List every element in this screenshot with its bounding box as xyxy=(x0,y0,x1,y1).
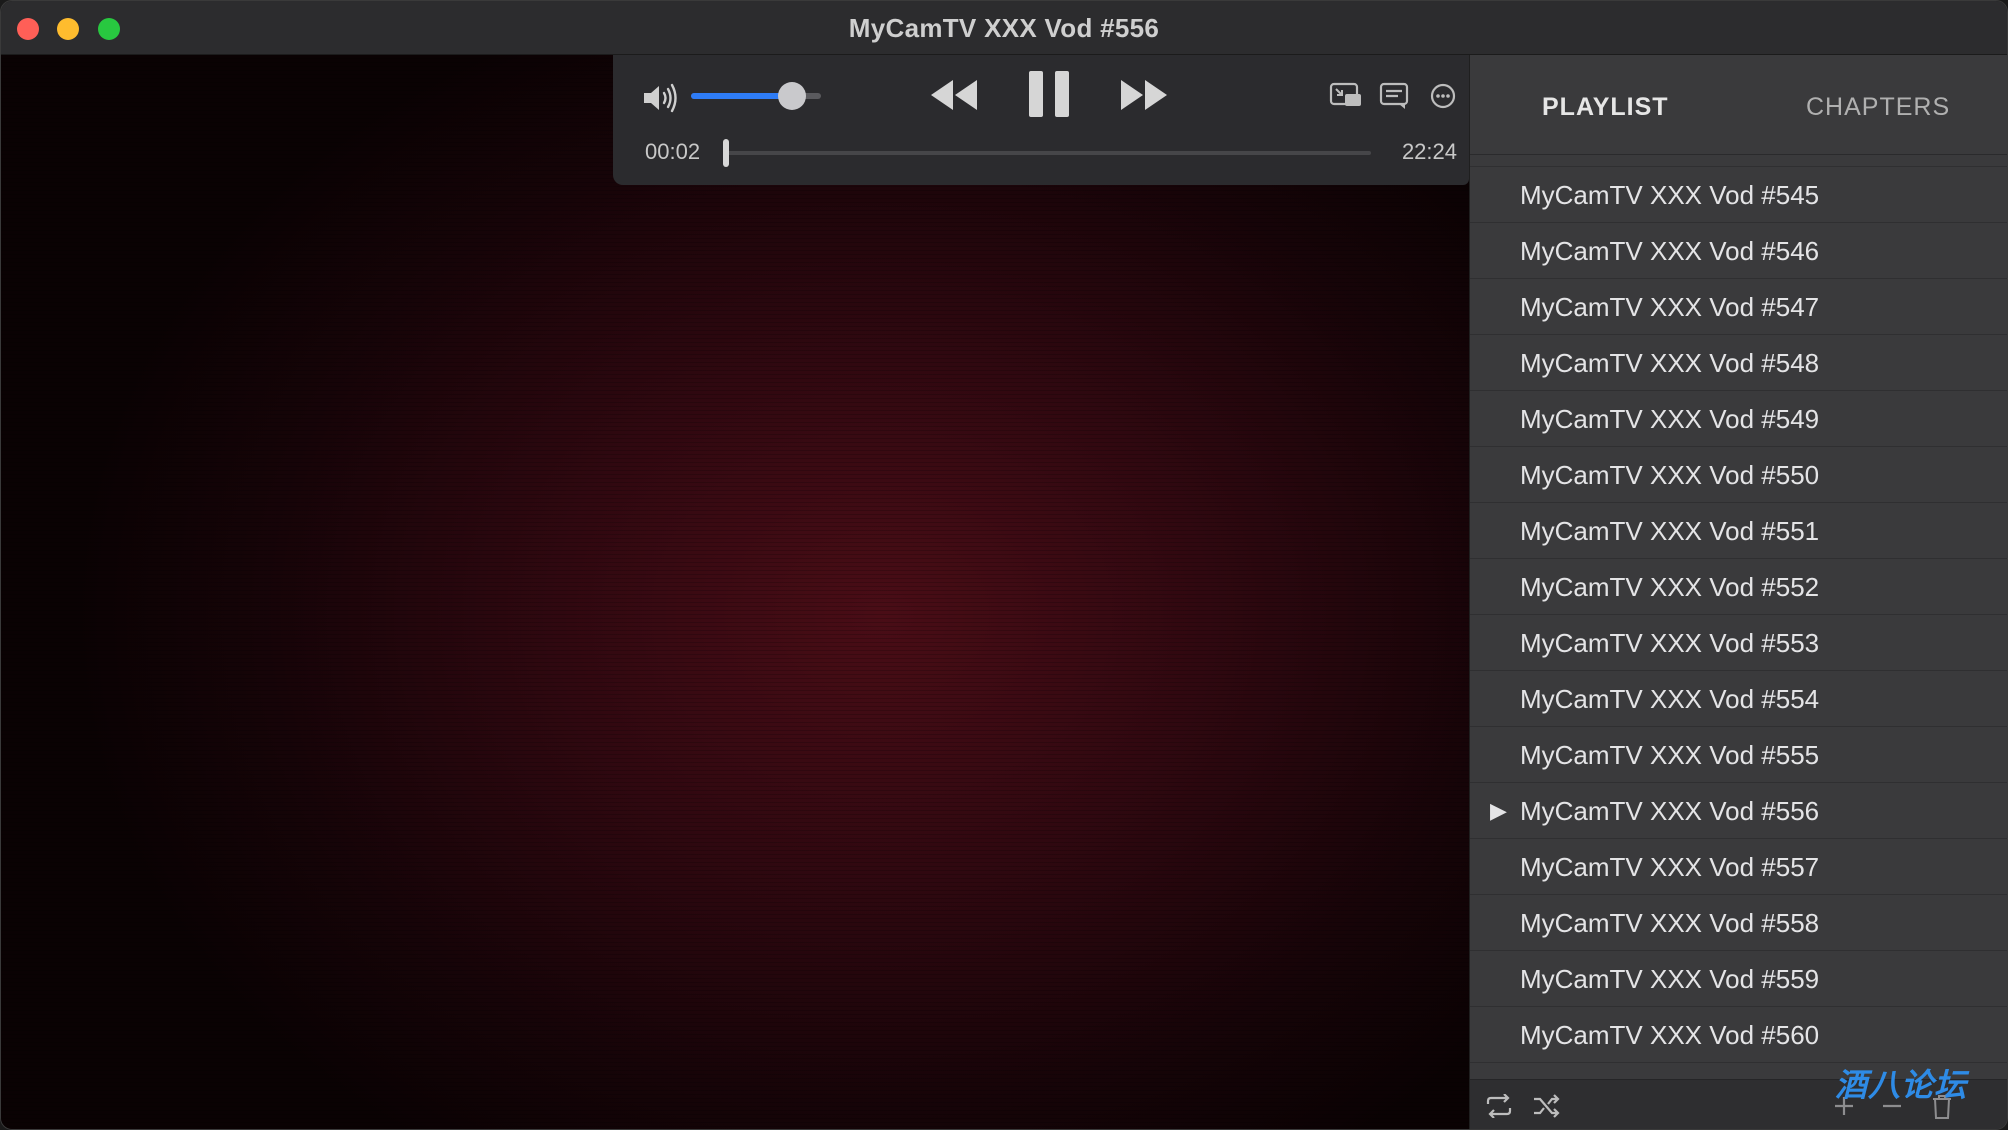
list-item[interactable]: MyCamTV XXX Vod #559 xyxy=(1470,951,2007,1007)
list-item[interactable]: MyCamTV XXX Vod #558 xyxy=(1470,895,2007,951)
list-item-label: MyCamTV XXX Vod #557 xyxy=(1520,852,1820,882)
list-item-label: MyCamTV XXX Vod #555 xyxy=(1520,740,1820,770)
list-item-label: MyCamTV XXX Vod #550 xyxy=(1520,460,1820,490)
more-icon[interactable] xyxy=(1429,82,1457,110)
list-item[interactable]: MyCamTV XXX Vod #550 xyxy=(1470,447,2007,503)
seek-bar[interactable] xyxy=(725,151,1371,155)
current-time: 00:02 xyxy=(645,139,701,164)
tab-playlist[interactable]: PLAYLIST xyxy=(1542,93,1669,122)
list-item[interactable]: MyCamTV XXX Vod #549 xyxy=(1470,391,2007,447)
video-area[interactable] xyxy=(1,55,1469,1129)
playlist-sidebar: PLAYLIST CHAPTERS MyCamTV XXX Vod #545 My… xyxy=(1469,55,2007,1129)
playlist[interactable]: MyCamTV XXX Vod #545 MyCamTV XXX Vod #546… xyxy=(1470,157,2007,1079)
list-item-label: MyCamTV XXX Vod #545 xyxy=(1520,180,1820,210)
list-item[interactable]: MyCamTV XXX Vod #555 xyxy=(1470,727,2007,783)
list-item[interactable]: MyCamTV XXX Vod #554 xyxy=(1470,671,2007,727)
list-item-label: MyCamTV XXX Vod #553 xyxy=(1520,628,1820,658)
list-item[interactable]: MyCamTV XXX Vod #551 xyxy=(1470,503,2007,559)
list-item-label: MyCamTV XXX Vod #547 xyxy=(1520,292,1820,322)
list-item[interactable]: MyCamTV XXX Vod #557 xyxy=(1470,839,2007,895)
list-item-label: MyCamTV XXX Vod #554 xyxy=(1520,684,1820,714)
list-item[interactable]: MyCamTV XXX Vod #560 xyxy=(1470,1007,2007,1063)
duration-time: 22:24 xyxy=(1401,139,1457,164)
window-title: MyCamTV XXX Vod #556 xyxy=(848,13,1160,43)
volume-knob[interactable] xyxy=(778,82,807,110)
list-item[interactable]: MyCamTV XXX Vod #548 xyxy=(1470,335,2007,391)
now-playing-icon: ▶ xyxy=(1490,798,1507,823)
list-item[interactable]: ▶ MyCamTV XXX Vod #556 xyxy=(1470,783,2007,839)
sidebar-tabs: PLAYLIST CHAPTERS xyxy=(1470,55,2007,155)
subtitles-icon[interactable] xyxy=(1379,81,1411,111)
speaker-icon[interactable] xyxy=(641,81,679,115)
svg-text:酒八论坛: 酒八论坛 xyxy=(1835,1066,1970,1104)
list-item[interactable]: MyCamTV XXX Vod #547 xyxy=(1470,279,2007,335)
picture-in-picture-icon[interactable] xyxy=(1329,81,1363,111)
list-item-partial[interactable] xyxy=(1470,157,2007,167)
list-item[interactable]: MyCamTV XXX Vod #546 xyxy=(1470,223,2007,279)
watermark-logo: 酒八论坛 xyxy=(1835,1064,1995,1113)
list-item-label: MyCamTV XXX Vod #546 xyxy=(1520,236,1820,266)
list-item-label: MyCamTV XXX Vod #560 xyxy=(1520,1020,1820,1050)
list-item-label: MyCamTV XXX Vod #548 xyxy=(1520,348,1820,378)
list-item-label: MyCamTV XXX Vod #558 xyxy=(1520,908,1820,938)
volume-fill xyxy=(691,93,793,99)
list-item[interactable]: MyCamTV XXX Vod #553 xyxy=(1470,615,2007,671)
title-bar[interactable]: MyCamTV XXX Vod #556 xyxy=(1,1,2007,55)
playlist-toolbar: 酒八论坛 xyxy=(1470,1066,2007,1129)
list-item-label: MyCamTV XXX Vod #559 xyxy=(1520,964,1820,994)
list-item-label: MyCamTV XXX Vod #551 xyxy=(1520,516,1820,546)
seek-knob[interactable] xyxy=(723,139,730,167)
repeat-icon[interactable] xyxy=(1484,1093,1514,1123)
shuffle-icon[interactable] xyxy=(1532,1094,1562,1123)
player-window: MyCamTV XXX Vod #556 00:02 22:24 PLAYLIS… xyxy=(0,0,2008,1130)
tab-chapters[interactable]: CHAPTERS xyxy=(1806,93,1950,122)
list-item-label: MyCamTV XXX Vod #556 xyxy=(1520,796,1820,826)
list-item[interactable]: MyCamTV XXX Vod #552 xyxy=(1470,559,2007,615)
playback-controller: 00:02 22:24 xyxy=(613,55,1469,185)
rewind-icon[interactable] xyxy=(929,75,979,115)
pause-icon[interactable] xyxy=(1027,69,1071,119)
fast-forward-icon[interactable] xyxy=(1119,75,1169,115)
list-item-label: MyCamTV XXX Vod #552 xyxy=(1520,572,1820,602)
list-item-label: MyCamTV XXX Vod #549 xyxy=(1520,404,1820,434)
list-item[interactable]: MyCamTV XXX Vod #545 xyxy=(1470,167,2007,223)
